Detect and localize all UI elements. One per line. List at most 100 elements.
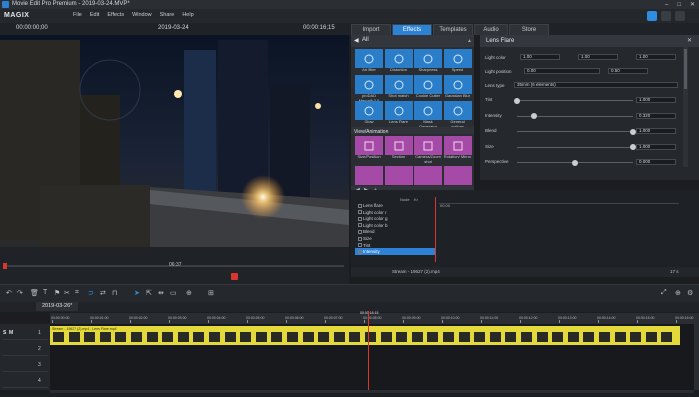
keyframe-cursor[interactable]: [435, 197, 436, 262]
nav-back-icon[interactable]: ◀: [354, 37, 359, 44]
keyframe-checkbox[interactable]: [358, 236, 362, 241]
keyframe-checkbox[interactable]: [358, 249, 362, 254]
slider-track[interactable]: [517, 100, 633, 101]
export-icon[interactable]: [661, 11, 671, 21]
stretch-icon[interactable]: ⇹: [158, 289, 164, 297]
keyframe-checkbox[interactable]: [358, 229, 362, 234]
effect-tile[interactable]: Speed: [443, 49, 472, 77]
tab-templates[interactable]: Templates: [433, 24, 473, 35]
keyframe-checkbox[interactable]: [358, 210, 362, 215]
properties-scroll-thumb[interactable]: [684, 49, 687, 89]
slider-value-field[interactable]: 1.000: [636, 128, 676, 134]
title-icon[interactable]: T: [43, 289, 47, 296]
tab-effects[interactable]: Effects: [392, 24, 432, 35]
menu-file[interactable]: File: [73, 12, 82, 18]
keyframe-checkbox[interactable]: [358, 216, 362, 221]
effect-tile[interactable]: Cookie Cutter: [414, 75, 442, 103]
mouse-mode-icon[interactable]: ➤: [134, 289, 140, 297]
slider-knob[interactable]: [572, 159, 578, 166]
menu-help[interactable]: Help: [182, 12, 193, 18]
effect-tile[interactable]: proDAD Mercalli 2.0: [355, 75, 383, 103]
animation-tile[interactable]: Size/Position: [355, 136, 383, 164]
slider-knob[interactable]: [514, 97, 520, 104]
storyboard-icon[interactable]: ▭: [170, 289, 177, 297]
menu-edit[interactable]: Edit: [90, 12, 99, 18]
snap-icon[interactable]: ⊓: [112, 289, 117, 297]
keyframe-parameter-row[interactable]: Intensity: [355, 248, 435, 256]
animation-tile-extra[interactable]: [355, 166, 383, 185]
tab-audio[interactable]: Audio: [474, 24, 508, 35]
timeline-vertical-scrollbar[interactable]: [694, 313, 699, 390]
effect-tile[interactable]: Mask Generator: [414, 101, 442, 129]
cut-icon[interactable]: ✂: [64, 289, 70, 297]
tab-import[interactable]: Import: [351, 24, 391, 35]
light-color-g-field[interactable]: 1.00: [578, 54, 618, 60]
animation-tile-extra[interactable]: [414, 166, 442, 185]
animation-tile[interactable]: Section: [384, 136, 413, 164]
animation-tile[interactable]: Rotation/ Mirror: [443, 136, 472, 164]
animation-tile-extra[interactable]: [384, 166, 413, 185]
marker-icon[interactable]: ⚑: [54, 289, 60, 297]
redo-icon[interactable]: ↷: [17, 289, 23, 297]
edit-mode-icon[interactable]: [647, 11, 657, 21]
delete-icon[interactable]: 🗑: [30, 289, 39, 297]
mute-button[interactable]: M: [9, 330, 13, 336]
zoom-fit-icon[interactable]: ⤢: [661, 289, 667, 297]
effect-tile[interactable]: Lens Flare: [384, 101, 413, 129]
close-panel-icon[interactable]: ✕: [687, 37, 692, 44]
link-icon[interactable]: ⊃: [88, 289, 94, 297]
undo-icon[interactable]: ↶: [6, 289, 12, 297]
tab-store[interactable]: Store: [509, 24, 549, 35]
camera-zoom-icon: [414, 136, 442, 155]
light-position-x-field[interactable]: 0.00: [524, 68, 600, 74]
menu-window[interactable]: Window: [132, 12, 152, 18]
record-button[interactable]: [231, 273, 238, 280]
keyframe-checkbox[interactable]: [358, 243, 362, 248]
trim-icon[interactable]: ⇱: [146, 289, 152, 297]
ruler-label: 00:00:08:00: [363, 316, 382, 320]
lens-type-select[interactable]: 35mm (6 elements): [514, 82, 678, 88]
effect-tile[interactable]: Shot match: [384, 75, 413, 103]
keyframe-checkbox[interactable]: [358, 223, 362, 228]
minimize-button[interactable]: –: [665, 2, 668, 8]
close-button[interactable]: ✕: [690, 1, 695, 8]
cursor-mode-icon[interactable]: ⊕: [186, 289, 192, 297]
keyframe-checkbox[interactable]: [358, 203, 362, 208]
split-icon[interactable]: ⌗: [75, 289, 79, 297]
effect-tile[interactable]: General options: [443, 101, 472, 129]
slider-value-field[interactable]: 0.320: [636, 112, 676, 119]
ruler-label: 00:00:15:00: [636, 316, 655, 320]
multicam-icon[interactable]: ⊞: [208, 289, 214, 297]
effect-tile[interactable]: Art filter: [355, 49, 383, 77]
menu-effects[interactable]: Effects: [107, 12, 124, 18]
effect-tile[interactable]: Glow: [355, 101, 383, 129]
effect-tile[interactable]: Sharpness: [414, 49, 442, 77]
maximize-button[interactable]: □: [677, 2, 681, 8]
effects-scroll-up-icon[interactable]: ▲: [467, 38, 472, 44]
light-color-r-field[interactable]: 1.00: [520, 54, 560, 60]
timeline-settings-icon[interactable]: ⚙: [687, 289, 693, 297]
keyframe-track[interactable]: [439, 203, 679, 204]
project-tab[interactable]: 2019-03-26*: [36, 302, 79, 311]
solo-button[interactable]: S: [3, 330, 6, 336]
animation-tile[interactable]: Camera/Zoom shot: [414, 136, 442, 164]
animation-tile-extra[interactable]: [443, 166, 472, 185]
slider-track[interactable]: [517, 146, 633, 148]
slider-value-field[interactable]: 0.000: [636, 159, 676, 165]
slider-value-field[interactable]: 1.000: [636, 97, 676, 103]
effects-category-select[interactable]: All: [362, 37, 369, 43]
light-color-b-field[interactable]: 1.00: [636, 54, 676, 60]
ruler-tick: [364, 320, 365, 323]
slider-value-field[interactable]: 1.000: [636, 143, 676, 150]
light-position-y-field[interactable]: 0.50: [608, 68, 648, 74]
zoom-in-icon[interactable]: ⊕: [675, 289, 681, 297]
playhead[interactable]: [368, 311, 369, 390]
slider-track[interactable]: [517, 131, 633, 132]
menu-share[interactable]: Share: [160, 12, 175, 18]
effect-tile[interactable]: Gaussian Blur: [443, 75, 472, 103]
video-preview[interactable]: [0, 35, 349, 247]
help-icon[interactable]: [675, 11, 685, 21]
effect-tile[interactable]: Distortion: [384, 49, 413, 77]
view-animation-label[interactable]: View/Animation: [354, 129, 388, 135]
ripple-icon[interactable]: ⇄: [100, 289, 106, 297]
